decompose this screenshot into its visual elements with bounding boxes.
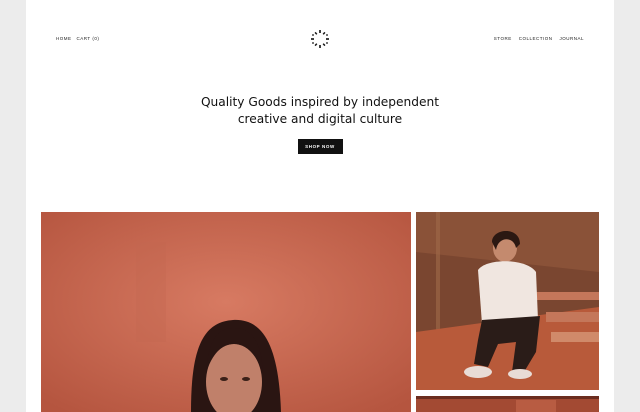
hero-title-line-1: Quality Goods inspired by independent: [200, 95, 440, 109]
nav-right: STORE COLLECTION JOURNAL: [494, 36, 584, 41]
nav-store-link[interactable]: STORE: [494, 36, 512, 41]
shop-now-button[interactable]: SHOP NOW: [297, 139, 343, 154]
logo-icon[interactable]: [310, 29, 330, 49]
page: HOME CART (0) STORE COLLECTION JOURNAL Q…: [26, 0, 614, 412]
nav-journal-link[interactable]: JOURNAL: [559, 36, 584, 41]
hero: Quality Goods inspired by independent cr…: [26, 94, 614, 154]
seated-model-photo[interactable]: [416, 212, 599, 390]
portrait-photo-art: [41, 212, 411, 412]
hero-title-line-2: creative and digital culture: [237, 112, 403, 126]
nav-cart-link[interactable]: CART (0): [77, 36, 100, 41]
second-side-photo-art: [416, 396, 599, 412]
second-side-photo[interactable]: [416, 396, 599, 412]
nav-left: HOME CART (0): [56, 36, 99, 41]
nav-home-link[interactable]: HOME: [56, 36, 72, 41]
nav-collection-link[interactable]: COLLECTION: [519, 36, 553, 41]
portrait-photo[interactable]: [41, 212, 411, 412]
seated-model-photo-art: [416, 212, 599, 390]
